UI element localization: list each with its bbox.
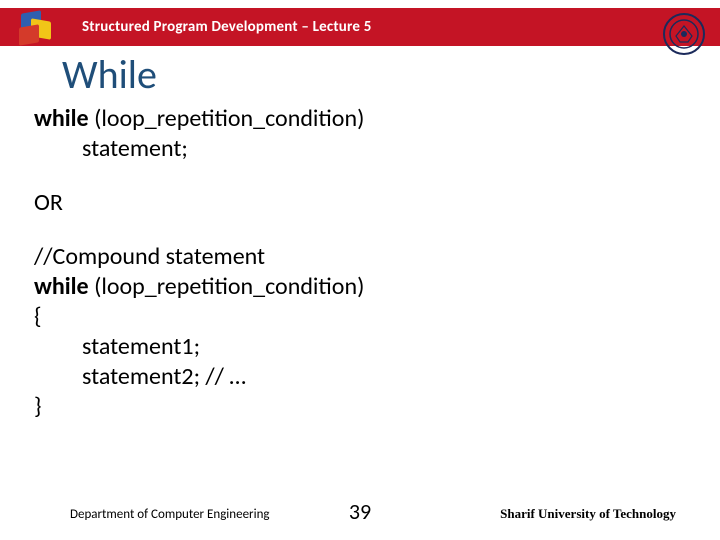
code-line: statement; [34, 134, 686, 164]
footer: Department of Computer Engineering 39 Sh… [0, 506, 720, 522]
code-comment: //Compound statement [34, 242, 686, 272]
slide-heading: While [62, 50, 157, 99]
keyword-while: while [34, 272, 94, 301]
header-bar: Structured Program Development – Lecture… [0, 8, 720, 46]
footer-department: Department of Computer Engineering [70, 507, 270, 522]
code-or: OR [34, 188, 686, 218]
code-line: statement2; // … [34, 362, 686, 392]
lecture-title: Structured Program Development – Lecture… [68, 18, 372, 36]
slide-body: while (loop_repetition_condition) statem… [34, 104, 686, 422]
page-number: 39 [349, 498, 371, 525]
keyword-while: while [34, 104, 94, 133]
footer-university: Sharif University of Technology [500, 506, 676, 522]
code-brace-open: { [34, 302, 686, 332]
code-line: while (loop_repetition_condition) [34, 104, 686, 134]
code-text: (loop_repetition_condition) [94, 272, 364, 301]
slide: Structured Program Development – Lecture… [0, 0, 720, 540]
logo-box [0, 8, 68, 46]
code-text: (loop_repetition_condition) [94, 104, 364, 133]
code-line: statement1; [34, 332, 686, 362]
cube-icon [17, 10, 51, 44]
code-line: while (loop_repetition_condition) [34, 272, 686, 302]
university-seal-icon [662, 12, 706, 56]
code-brace-close: } [34, 392, 686, 422]
